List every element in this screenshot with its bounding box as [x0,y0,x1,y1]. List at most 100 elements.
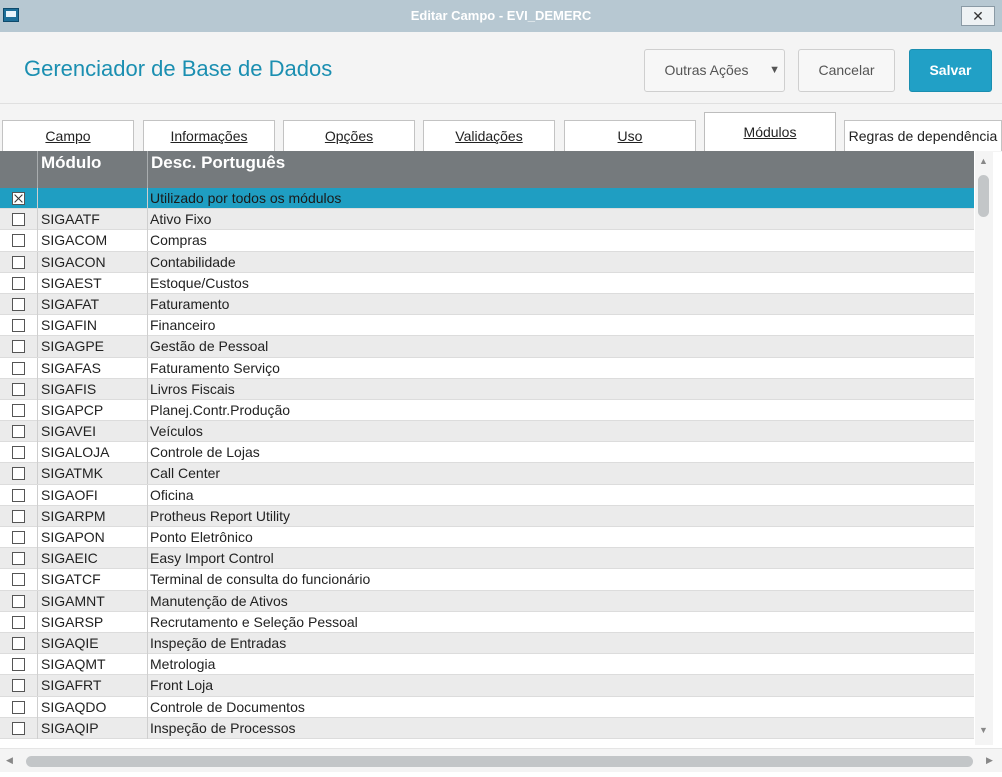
row-checkbox-cell[interactable] [0,442,38,464]
row-checkbox-cell[interactable] [0,696,38,718]
table-row[interactable]: SIGARPM Protheus Report Utility [0,505,974,527]
save-button[interactable]: Salvar [909,49,992,92]
checkbox-icon[interactable] [12,573,25,587]
row-checkbox-cell[interactable] [0,505,38,527]
table-row[interactable]: SIGAFIS Livros Fiscais [0,378,974,400]
header-check-column[interactable] [0,151,38,188]
row-checkbox-cell[interactable] [0,463,38,485]
checkbox-icon[interactable] [12,382,25,396]
checkbox-icon[interactable] [12,255,25,269]
tab-informacoes[interactable]: Informações [143,120,275,151]
table-row[interactable]: SIGAQIE Inspeção de Entradas [0,632,974,655]
scroll-up-icon[interactable]: ▲ [979,156,988,166]
checkbox-icon[interactable] [12,319,25,333]
row-checkbox-cell[interactable] [0,527,38,548]
table-row[interactable]: SIGAQDO Controle de Documentos [0,696,974,718]
scroll-down-icon[interactable]: ▼ [979,725,988,735]
checkbox-icon[interactable] [12,721,25,735]
row-checkbox-cell[interactable] [0,611,38,633]
row-checkbox-cell[interactable] [0,399,38,421]
table-row[interactable]: SIGAPON Ponto Eletrônico [0,527,974,549]
horizontal-scroll-thumb[interactable] [26,756,973,767]
table-row[interactable]: SIGAATF Ativo Fixo [0,209,974,231]
checkbox-icon[interactable] [12,213,25,227]
tab-opcoes[interactable]: Opções [283,120,415,151]
checkbox-checked-icon[interactable] [12,192,25,205]
row-checkbox-cell[interactable] [0,315,38,337]
table-row[interactable]: SIGATCF Terminal de consulta do funcionár… [0,569,974,591]
checkbox-icon[interactable] [12,361,25,375]
table-row[interactable]: SIGAOFI Oficina [0,484,974,506]
row-checkbox-cell[interactable] [0,293,38,315]
table-row[interactable]: SIGAGPE Gestão de Pessoal [0,336,974,358]
table-row[interactable]: SIGAFRT Front Loja [0,675,974,697]
row-checkbox-cell[interactable] [0,251,38,273]
row-checkbox-cell[interactable] [0,632,38,654]
checkbox-icon[interactable] [12,403,25,417]
tab-uso[interactable]: Uso [564,120,696,151]
scroll-right-icon[interactable]: ▶ [986,755,993,766]
checkbox-icon[interactable] [12,467,25,481]
scroll-left-icon[interactable]: ◀ [6,755,13,766]
row-checkbox-cell[interactable] [0,548,38,570]
checkbox-icon[interactable] [12,615,25,629]
checkbox-icon[interactable] [12,340,25,354]
tab-validacoes[interactable]: Validações [423,120,555,151]
row-checkbox-cell[interactable] [0,230,38,252]
checkbox-icon[interactable] [12,636,25,650]
table-row[interactable]: SIGAPCP Planej.Contr.Produção [0,399,974,422]
table-row[interactable]: SIGATMK Call Center [0,463,974,485]
checkbox-icon[interactable] [12,276,25,290]
other-actions-button[interactable]: Outras Ações ▼ [644,49,785,92]
header-module-column[interactable]: Módulo [38,151,148,188]
row-checkbox-cell[interactable] [0,421,38,443]
table-row[interactable]: SIGAEST Estoque/Custos [0,272,974,294]
table-row[interactable]: Utilizado por todos os módulos [0,188,974,210]
close-button[interactable]: ✕ [961,6,995,26]
checkbox-icon[interactable] [12,297,25,311]
row-checkbox-cell[interactable] [0,717,38,739]
table-row[interactable]: SIGAMNT Manutenção de Ativos [0,590,974,612]
checkbox-icon[interactable] [12,658,25,672]
table-row[interactable]: SIGACOM Compras [0,230,974,252]
table-row[interactable]: SIGAFAT Faturamento [0,293,974,316]
row-checkbox-cell[interactable] [0,654,38,676]
table-row[interactable]: SIGACON Contabilidade [0,251,974,273]
table-row[interactable]: SIGAFIN Financeiro [0,315,974,337]
row-checkbox-cell[interactable] [0,484,38,506]
cancel-button[interactable]: Cancelar [798,49,895,92]
row-checkbox-cell[interactable] [0,569,38,591]
checkbox-icon[interactable] [12,446,25,460]
vertical-scroll-thumb[interactable] [978,175,989,217]
row-checkbox-cell[interactable] [0,378,38,400]
table-row[interactable]: SIGARSP Recrutamento e Seleção Pessoal [0,611,974,633]
table-row[interactable]: SIGALOJA Controle de Lojas [0,442,974,464]
row-checkbox-cell[interactable] [0,675,38,697]
checkbox-icon[interactable] [12,425,25,439]
checkbox-icon[interactable] [12,234,25,248]
table-row[interactable]: SIGAFAS Faturamento Serviço [0,357,974,379]
table-row[interactable]: SIGAQMT Metrologia [0,654,974,676]
row-checkbox-cell[interactable] [0,336,38,358]
checkbox-icon[interactable] [12,594,25,608]
vertical-scrollbar[interactable]: ▲ ▼ [975,151,993,745]
tab-regras-de-dependencia[interactable]: Regras de dependência [844,120,1002,151]
checkbox-icon[interactable] [12,488,25,502]
header-desc-column[interactable]: Desc. Português [148,151,974,188]
table-row[interactable]: SIGAEIC Easy Import Control [0,548,974,570]
checkbox-icon[interactable] [12,552,25,566]
row-checkbox-cell[interactable] [0,272,38,294]
row-checkbox-cell[interactable] [0,590,38,612]
checkbox-icon[interactable] [12,679,25,693]
checkbox-icon[interactable] [12,531,25,544]
row-checkbox-cell[interactable] [0,209,38,231]
table-row[interactable]: SIGAQIP Inspeção de Processos [0,717,974,739]
row-checkbox-cell[interactable] [0,188,38,209]
tab-modulos[interactable]: Módulos [704,112,836,153]
tab-campo[interactable]: Campo [2,120,134,151]
checkbox-icon[interactable] [12,700,25,714]
checkbox-icon[interactable] [12,509,25,523]
row-checkbox-cell[interactable] [0,357,38,379]
horizontal-scrollbar[interactable]: ◀ ▶ [0,748,1002,772]
table-row[interactable]: SIGAVEI Veículos [0,421,974,443]
